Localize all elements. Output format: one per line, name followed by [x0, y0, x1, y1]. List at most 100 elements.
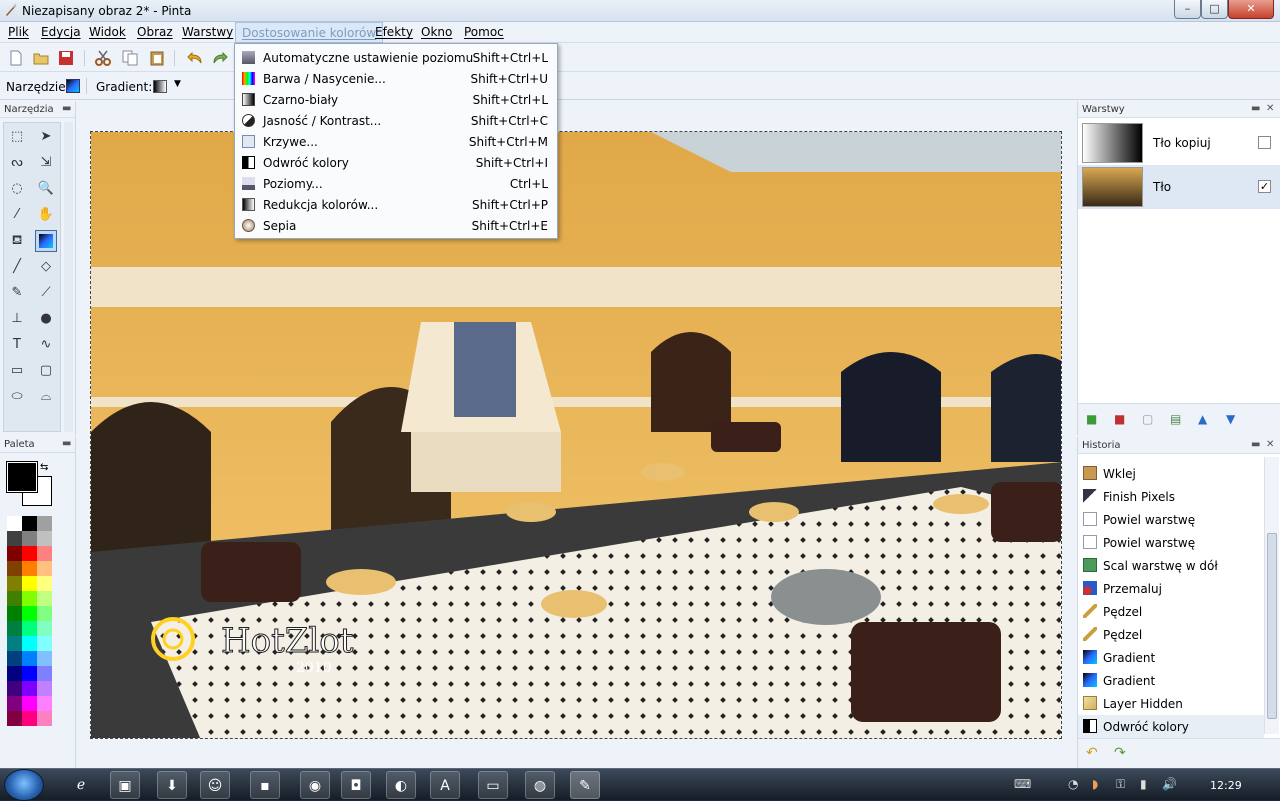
adjustments-menu-item[interactable]: Czarno-biały Shift+Ctrl+L: [235, 89, 557, 110]
palette-swatch[interactable]: [7, 696, 22, 711]
minimize-panel-icon[interactable]: ▬: [1251, 103, 1260, 114]
palette-swatch[interactable]: [22, 666, 37, 681]
palette-swatch[interactable]: [37, 621, 52, 636]
palette-swatch[interactable]: [22, 636, 37, 651]
palette-swatch[interactable]: [37, 516, 52, 531]
palette-swatch[interactable]: [7, 636, 22, 651]
firefox-icon[interactable]: ◍: [525, 771, 555, 799]
rounded-rectangle-icon[interactable]: ▢: [35, 360, 57, 382]
palette-swatch[interactable]: [7, 531, 22, 546]
keyboard-icon[interactable]: ⌨: [1014, 777, 1031, 791]
minimize-button[interactable]: –: [1174, 0, 1201, 19]
palette-swatch[interactable]: [37, 576, 52, 591]
freeform-shape-icon[interactable]: ⌓: [35, 386, 57, 408]
history-item[interactable]: Pędzel: [1078, 623, 1264, 646]
palette-swatch[interactable]: [7, 681, 22, 696]
palette-swatch[interactable]: [22, 531, 37, 546]
ellipse-icon[interactable]: ⬭: [6, 386, 28, 408]
adjustments-menu-item[interactable]: Barwa / Nasycenie... Shift+Ctrl+U: [235, 68, 557, 89]
cut-icon[interactable]: [94, 49, 112, 67]
palette-swatch[interactable]: [37, 591, 52, 606]
history-item[interactable]: Powiel warstwę: [1078, 508, 1264, 531]
pan-hand-icon[interactable]: ✋: [35, 204, 57, 226]
palette-swatch[interactable]: [7, 606, 22, 621]
layer-visibility-checkbox[interactable]: [1258, 136, 1271, 149]
history-item[interactable]: Gradient: [1078, 669, 1264, 692]
copy-icon[interactable]: [121, 49, 139, 67]
history-item[interactable]: Powiel warstwę: [1078, 531, 1264, 554]
history-item[interactable]: Przemaluj: [1078, 577, 1264, 600]
pencil-icon[interactable]: ✎: [6, 282, 28, 304]
pidgin-icon[interactable]: ☺: [200, 771, 230, 799]
tray-icon[interactable]: ⚿: [1116, 777, 1125, 792]
open-folder-icon[interactable]: [32, 49, 50, 67]
zoom-icon[interactable]: 🔍: [35, 178, 57, 200]
adjustments-menu-item[interactable]: Krzywe... Shift+Ctrl+M: [235, 131, 557, 152]
tray-icon[interactable]: ◗: [1092, 777, 1098, 791]
palette-swatch[interactable]: [37, 561, 52, 576]
menu-pomoc[interactable]: Pomoc: [464, 25, 504, 39]
lasso-select-icon[interactable]: ᔓ: [6, 152, 28, 174]
gradient-type-icon[interactable]: [153, 80, 167, 93]
palette-swatch[interactable]: [22, 516, 37, 531]
recolor-icon[interactable]: ●: [35, 308, 57, 330]
app-icon[interactable]: ◐: [386, 771, 416, 799]
palette-swatch[interactable]: [22, 546, 37, 561]
start-button[interactable]: [4, 769, 44, 801]
tray-icon[interactable]: ◔: [1068, 777, 1078, 791]
palette-swatch[interactable]: [22, 651, 37, 666]
palette-swatch[interactable]: [37, 696, 52, 711]
palette-swatch[interactable]: [22, 681, 37, 696]
history-item[interactable]: Pędzel: [1078, 600, 1264, 623]
menu-plik[interactable]: Plik: [8, 25, 29, 39]
move-selected-icon[interactable]: ➤: [35, 126, 57, 148]
chevron-down-icon[interactable]: ▼: [174, 79, 181, 89]
volume-icon[interactable]: 🔊: [1162, 777, 1177, 791]
explorer-icon[interactable]: ▣: [110, 771, 140, 799]
adobe-icon[interactable]: A: [430, 771, 460, 799]
pinta-taskbar-icon[interactable]: ✎: [570, 771, 600, 799]
close-button[interactable]: ✕: [1228, 0, 1274, 19]
taskbar-clock[interactable]: 12:29: [1210, 779, 1242, 792]
history-item[interactable]: Gradient: [1078, 646, 1264, 669]
paste-icon[interactable]: [148, 49, 166, 67]
internet-explorer-icon[interactable]: ℯ: [66, 771, 96, 799]
adjustments-menu-item[interactable]: Redukcja kolorów... Shift+Ctrl+P: [235, 194, 557, 215]
disk-icon[interactable]: ▪: [250, 771, 280, 799]
history-item[interactable]: Wklej: [1078, 462, 1264, 485]
palette-swatch[interactable]: [7, 561, 22, 576]
swap-colors-icon[interactable]: ⇆: [40, 462, 48, 473]
palette-swatch[interactable]: [7, 651, 22, 666]
layer-row[interactable]: Tło kopiuj: [1078, 121, 1280, 165]
layer-visibility-checkbox[interactable]: ✓: [1258, 180, 1271, 193]
adjustments-menu-item[interactable]: Jasność / Kontrast... Shift+Ctrl+C: [235, 110, 557, 131]
app-icon[interactable]: ◉: [300, 771, 330, 799]
paintbrush-icon[interactable]: ╱: [6, 256, 28, 278]
redo-icon[interactable]: [211, 49, 229, 67]
eraser-icon[interactable]: ◇: [35, 256, 57, 278]
rectangle-icon[interactable]: ▭: [6, 360, 28, 382]
undo-icon[interactable]: [186, 49, 204, 67]
history-scrollbar[interactable]: [1264, 457, 1279, 734]
palette-swatch[interactable]: [37, 531, 52, 546]
paint-bucket-icon[interactable]: ⛾: [6, 230, 28, 252]
save-icon[interactable]: [57, 49, 75, 67]
menu-okno[interactable]: Okno: [421, 25, 452, 39]
palette-swatch[interactable]: [22, 696, 37, 711]
move-layer-up-icon[interactable]: ▲: [1198, 412, 1207, 426]
palette-swatch[interactable]: [22, 606, 37, 621]
palette-swatch[interactable]: [7, 711, 22, 726]
terminal-icon[interactable]: ▭: [478, 771, 508, 799]
menu-edycja[interactable]: Edycja: [41, 25, 81, 39]
menu-widok[interactable]: Widok: [89, 25, 126, 39]
minimize-panel-icon[interactable]: ▬: [62, 438, 71, 449]
adjustments-menu-item[interactable]: Poziomy... Ctrl+L: [235, 173, 557, 194]
camera-icon[interactable]: ◘: [341, 771, 371, 799]
palette-swatch[interactable]: [7, 621, 22, 636]
palette-swatch[interactable]: [37, 666, 52, 681]
layer-row[interactable]: Tło ✓: [1078, 165, 1280, 209]
text-icon[interactable]: T: [6, 334, 28, 356]
redo-icon[interactable]: ↷: [1114, 745, 1126, 761]
rectangle-select-icon[interactable]: ⬚: [6, 126, 28, 148]
history-item[interactable]: Layer Hidden: [1078, 692, 1264, 715]
